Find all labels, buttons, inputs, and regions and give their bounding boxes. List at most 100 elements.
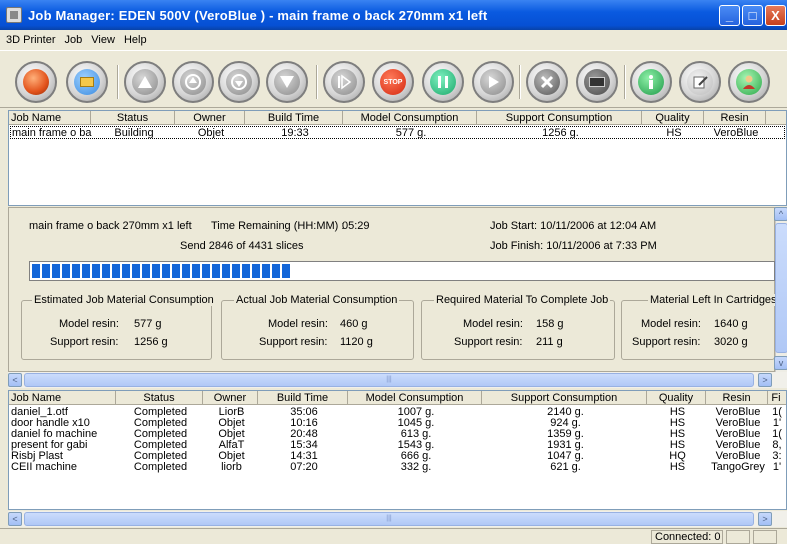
cell-owner: Objet (197, 127, 225, 138)
col-quality[interactable]: Quality (647, 391, 706, 404)
cell-job-name: present for gabi (11, 440, 88, 451)
cell-model-consumption: 1543 g. (397, 440, 435, 451)
progress-segment (192, 264, 200, 278)
support-resin-value: 1120 g (340, 336, 373, 348)
col-status[interactable]: Status (116, 391, 203, 404)
title-bar: Job Manager: EDEN 500V (VeroBlue ) - mai… (0, 0, 787, 30)
job-progress-bar (29, 261, 775, 281)
progress-horizontal-scrollbar[interactable]: < ||| > (8, 372, 787, 388)
scroll-left-arrow[interactable]: < (8, 373, 22, 387)
edit-icon (687, 69, 713, 95)
col-model-consumption[interactable]: Model Consumption (348, 391, 482, 404)
move-bottom-button[interactable] (266, 61, 308, 103)
scroll-thumb[interactable]: ||| (24, 512, 754, 526)
play-button[interactable] (472, 61, 514, 103)
menu-view[interactable]: View (91, 34, 115, 46)
menu-3d-printer[interactable]: 3D Printer (6, 34, 56, 46)
col-owner[interactable]: Owner (203, 391, 258, 404)
stop-button[interactable]: STOP (372, 61, 414, 103)
col-job-name[interactable]: Job Name (9, 111, 91, 124)
scroll-right-arrow[interactable]: > (758, 373, 772, 387)
cell-support-consumption: 1047 g. (547, 451, 584, 462)
cell-quality: HQ (669, 451, 686, 462)
current-job-list[interactable]: Job Name Status Owner Build Time Model C… (8, 110, 787, 206)
move-down-button[interactable] (218, 61, 260, 103)
col-model-consumption[interactable]: Model Consumption (343, 111, 477, 124)
minimize-button[interactable]: _ (719, 5, 740, 26)
cell-resin: VeroBlue (713, 127, 759, 138)
model-resin-value: 460 g (340, 318, 368, 330)
completed-job-list[interactable]: Job Name Status Owner Build Time Model C… (8, 390, 787, 510)
cell-model-consumption: 332 g. (400, 462, 432, 473)
cell-build-time: 35:06 (290, 407, 318, 418)
progress-segment (42, 264, 50, 278)
toolbar-separator (117, 65, 119, 99)
menu-help[interactable]: Help (124, 34, 147, 46)
previous-button[interactable] (323, 61, 365, 103)
col-build-time[interactable]: Build Time (258, 391, 348, 404)
col-fi[interactable]: Fi (768, 391, 784, 404)
col-resin[interactable]: Resin (706, 391, 768, 404)
col-quality[interactable]: Quality (642, 111, 704, 124)
job-finish: Job Finish: 10/11/2006 at 7:33 PM (490, 240, 657, 252)
col-status[interactable]: Status (91, 111, 175, 124)
cell-owner: liorb (221, 462, 242, 473)
maximize-button[interactable]: □ (742, 5, 763, 26)
move-top-button[interactable] (124, 61, 166, 103)
cell-owner: Objet (218, 451, 245, 462)
window-title: Job Manager: EDEN 500V (VeroBlue ) - mai… (28, 7, 488, 23)
progress-segment (252, 264, 260, 278)
open-folder-icon (74, 69, 100, 95)
table-row[interactable]: main frame o bac... Building Objet 19:33… (10, 126, 785, 139)
table-row[interactable]: daniel_1.otf Completed LiorB 35:06 1007 g. 21… (10, 407, 785, 418)
menu-job[interactable]: Job (65, 34, 83, 46)
table-row[interactable]: Risbj Plast Completed Objet 14:31 666 g. 1047… (10, 451, 785, 462)
list-horizontal-scrollbar[interactable]: < ||| > (8, 511, 787, 527)
cell-job-name: CEII machine (11, 462, 78, 473)
open-button[interactable] (66, 61, 108, 103)
power-button[interactable] (15, 61, 57, 103)
edit-button[interactable] (679, 61, 721, 103)
scroll-down-arrow[interactable]: v (774, 356, 787, 370)
printer-button[interactable] (576, 61, 618, 103)
cell-fi: 1( (772, 407, 782, 418)
scroll-left-arrow[interactable]: < (8, 512, 22, 526)
cell-model-consumption: 1045 g. (397, 418, 435, 429)
cell-support-consumption: 924 g. (550, 418, 581, 429)
scroll-up-arrow[interactable]: ^ (774, 207, 787, 221)
col-support-consumption[interactable]: Support Consumption (482, 391, 647, 404)
cell-build-time: 20:48 (290, 429, 318, 440)
cell-build-time: 15:34 (290, 440, 318, 451)
delete-button[interactable] (526, 61, 568, 103)
close-button[interactable]: X (765, 5, 786, 26)
progress-segment (132, 264, 140, 278)
col-build-time[interactable]: Build Time (245, 111, 343, 124)
pause-button[interactable] (422, 61, 464, 103)
col-support-consumption[interactable]: Support Consumption (477, 111, 642, 124)
table-row[interactable]: CEII machine Completed liorb 07:20 332 g. 621… (10, 462, 785, 473)
previous-icon (331, 69, 357, 95)
table-row[interactable]: present for gabi Completed AlfaT 15:34 1543 … (10, 440, 785, 451)
delete-icon (534, 69, 560, 95)
cell-build-time: 14:31 (290, 451, 318, 462)
cell-owner: Objet (218, 418, 245, 429)
progress-segment (272, 264, 280, 278)
cell-job-name: main frame o bac... (12, 127, 92, 138)
scroll-thumb[interactable]: ||| (24, 373, 754, 387)
col-job-name[interactable]: Job Name (9, 391, 116, 404)
col-resin[interactable]: Resin (704, 111, 766, 124)
progress-segment (282, 264, 290, 278)
info-button[interactable] (630, 61, 672, 103)
scroll-right-arrow[interactable]: > (758, 512, 772, 526)
status-bar: Connected: 0 (0, 528, 787, 544)
cell-status: Completed (133, 429, 188, 440)
table-row[interactable]: door handle x10 Completed Objet 10:16 1045 g… (10, 418, 785, 429)
scroll-thumb[interactable] (775, 223, 787, 353)
support-resin-value: 211 g (536, 336, 563, 348)
col-owner[interactable]: Owner (175, 111, 245, 124)
cell-owner: Objet (218, 429, 245, 440)
table-row[interactable]: daniel fo machine Completed Objet 20:48 613 … (10, 429, 785, 440)
move-up-button[interactable] (172, 61, 214, 103)
progress-vertical-scrollbar[interactable]: ^ v (774, 207, 787, 372)
user-button[interactable] (728, 61, 770, 103)
